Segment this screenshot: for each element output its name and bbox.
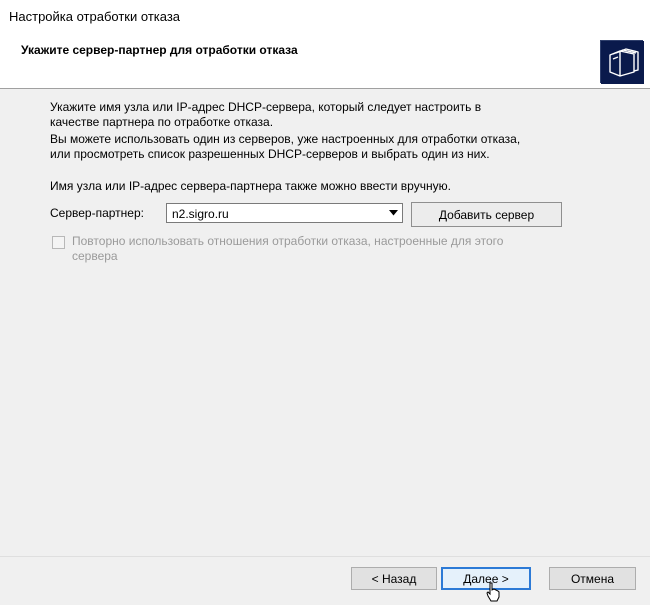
chevron-down-icon[interactable] (385, 205, 401, 221)
partner-server-combobox[interactable]: n2.sigro.ru (166, 203, 403, 223)
window-title: Настройка отработки отказа (9, 9, 181, 24)
mouse-pointer-icon (486, 582, 500, 602)
back-button[interactable]: < Назад (351, 567, 437, 590)
page-heading: Укажите сервер-партнер для отработки отк… (21, 43, 298, 57)
partner-server-value[interactable]: n2.sigro.ru (172, 207, 229, 221)
add-server-button[interactable]: Добавить сервер (411, 202, 562, 227)
partner-server-label: Сервер-партнер: (50, 206, 144, 220)
instruction-text: Укажите имя узла или IP-адрес DHCP-серве… (50, 100, 482, 129)
reuse-relationship-checkbox[interactable] (52, 236, 65, 249)
instruction-text: Имя узла или IP-адрес сервера-партнера т… (50, 179, 451, 193)
reuse-relationship-label: Повторно использовать отношения отработк… (72, 234, 504, 263)
cancel-button[interactable]: Отмена (549, 567, 636, 590)
footer-divider (0, 556, 650, 557)
wizard-body (0, 89, 650, 605)
wizard-folders-icon (600, 40, 644, 84)
instruction-text: Вы можете использовать один из серверов,… (50, 132, 521, 161)
